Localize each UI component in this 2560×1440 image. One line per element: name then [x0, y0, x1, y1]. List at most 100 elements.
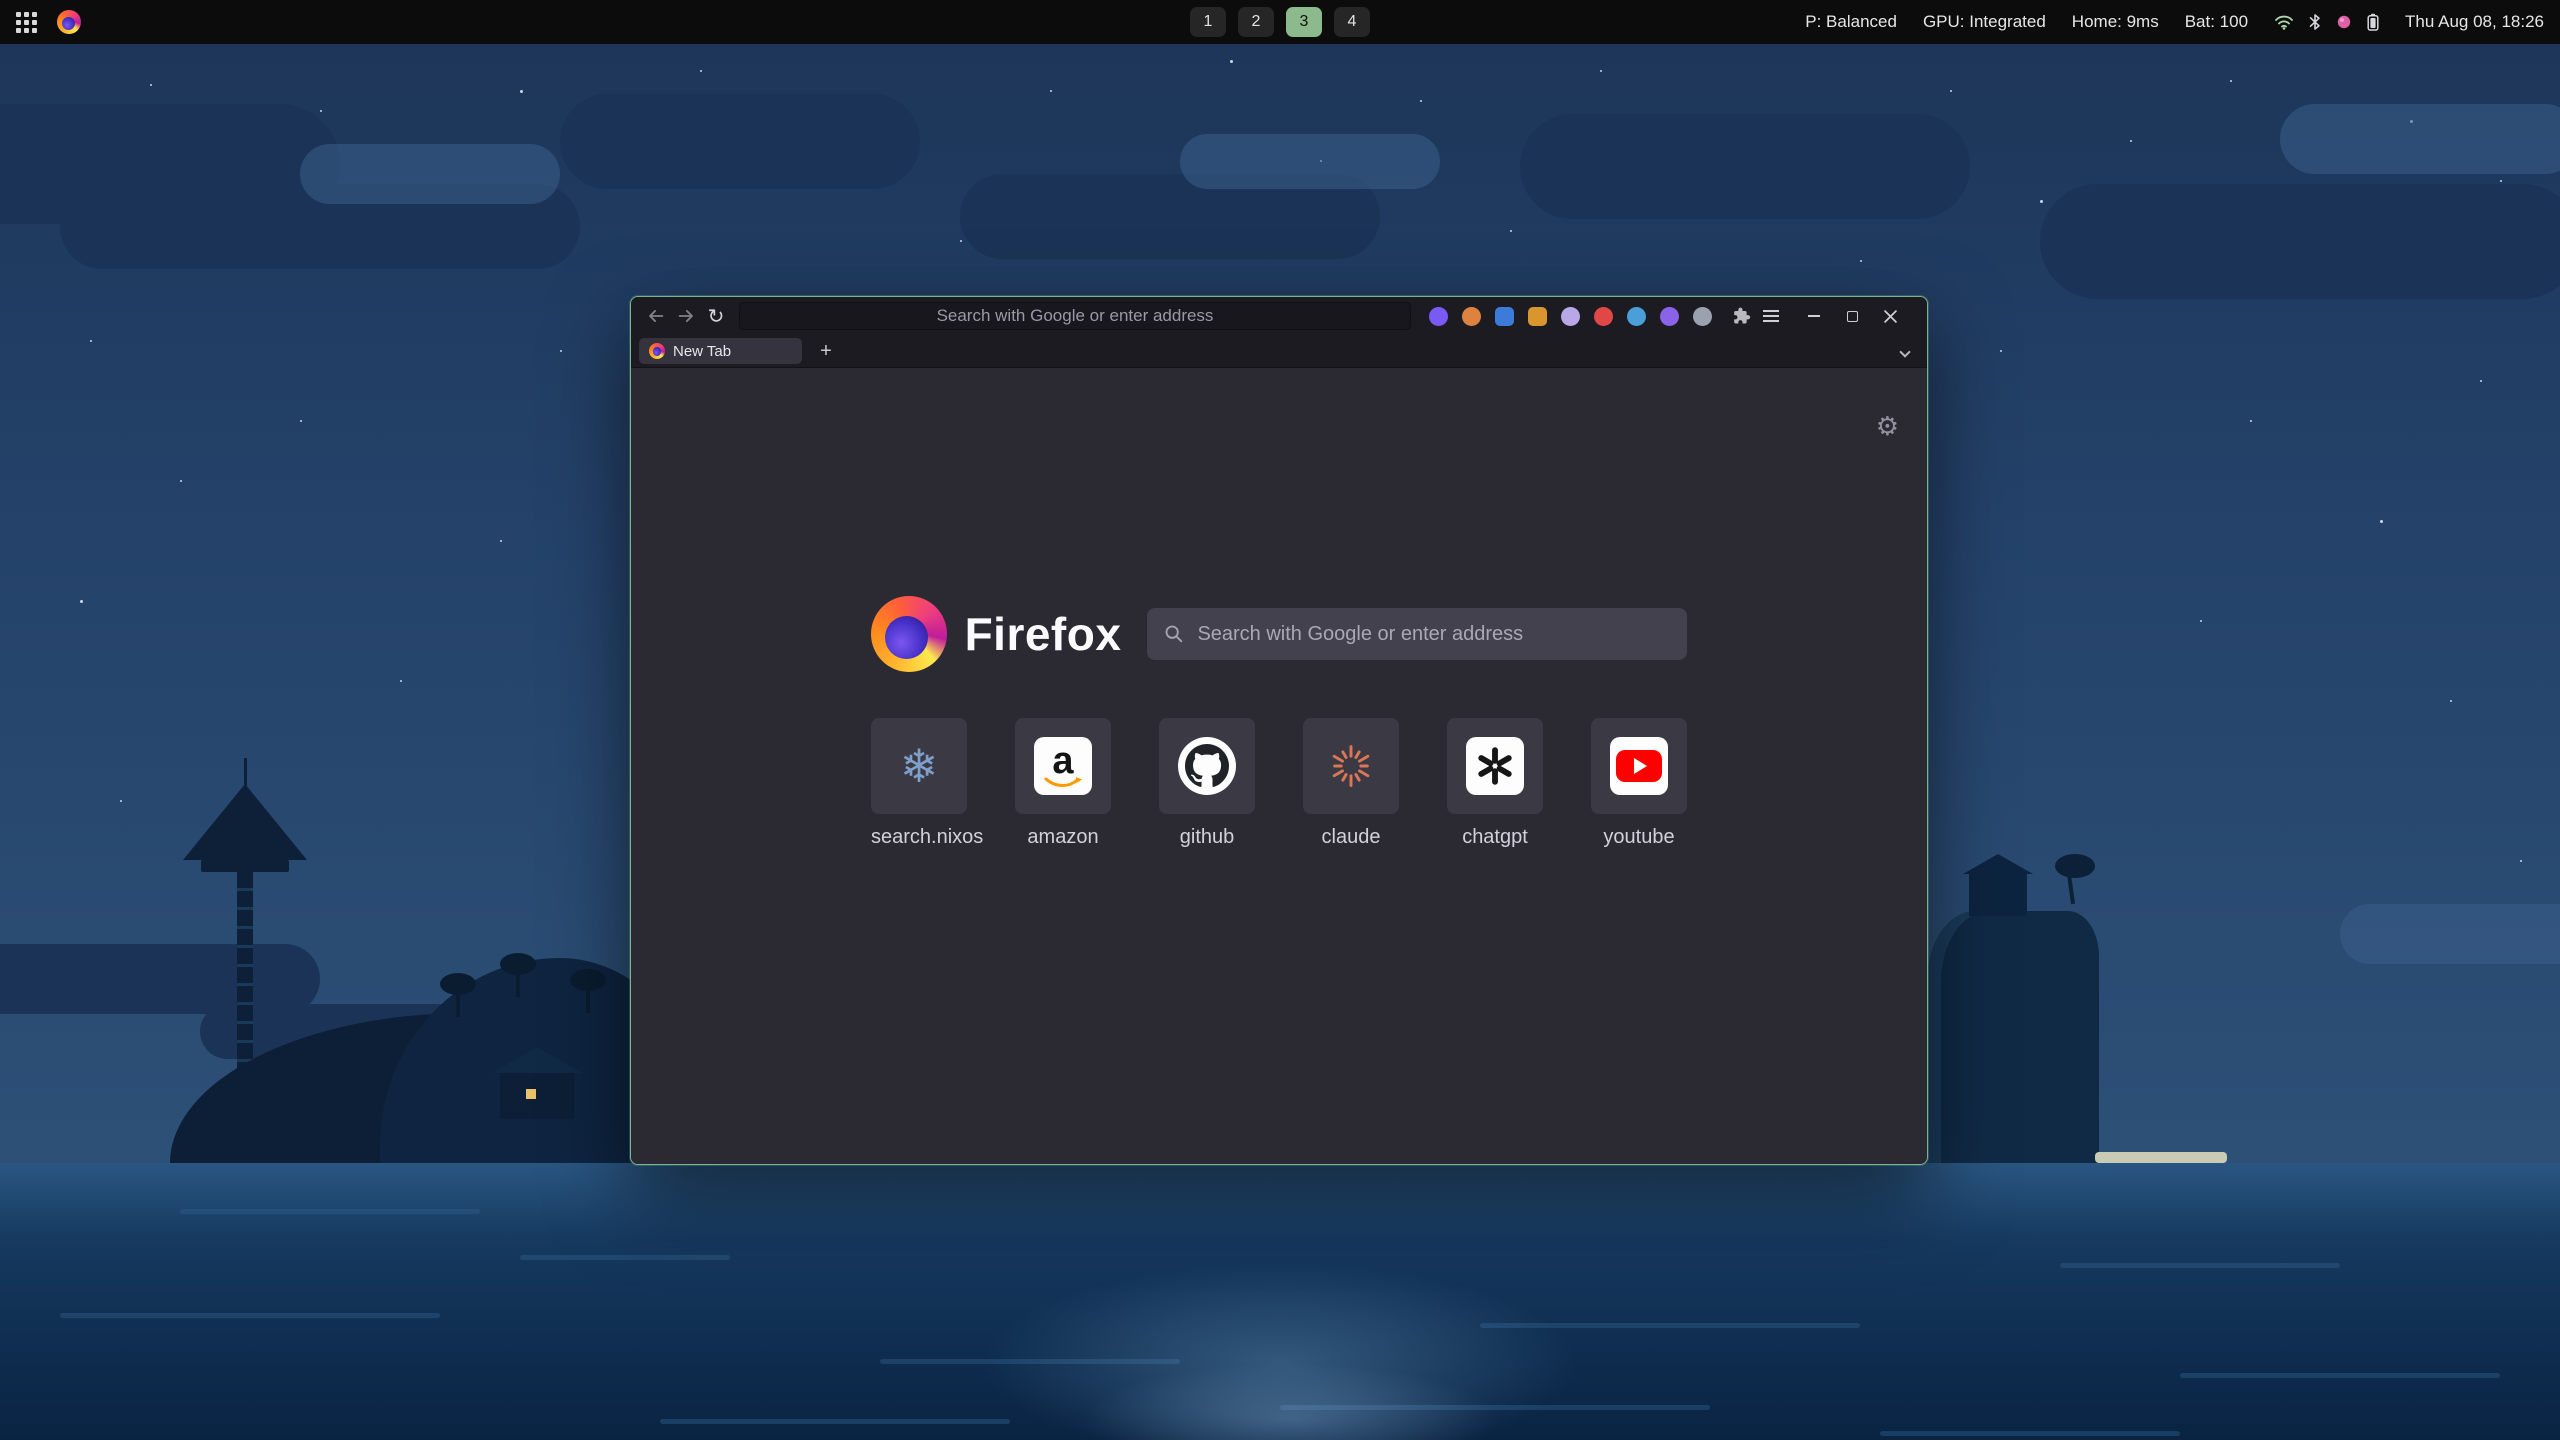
bluetooth-icon[interactable] [2309, 13, 2321, 31]
reload-icon: ↻ [708, 304, 725, 328]
shortcut-label: search.nixos [871, 826, 967, 849]
extension-icon-lavender[interactable] [1561, 307, 1580, 326]
star [2450, 700, 2452, 702]
app-launcher-icon[interactable] [16, 12, 37, 33]
close-button[interactable] [1880, 302, 1900, 330]
star [2500, 180, 2502, 182]
amazon-letter: a [1052, 746, 1073, 776]
extension-icon-red[interactable] [1594, 307, 1613, 326]
amazon-icon: a [1034, 737, 1092, 795]
star [2380, 520, 2383, 523]
newtab-search-bar[interactable] [1147, 608, 1687, 660]
star [320, 110, 322, 112]
extension-icon-gray[interactable] [1693, 307, 1712, 326]
new-tab-button[interactable]: + [812, 338, 840, 364]
firefox-wordmark: Firefox [965, 607, 1122, 661]
menu-button[interactable] [1756, 302, 1786, 330]
watchtower-roof [183, 784, 307, 860]
claude-icon [1328, 743, 1374, 789]
shortcut-github[interactable]: github [1159, 718, 1255, 849]
palm-tree [440, 973, 476, 995]
wifi-icon[interactable] [2274, 14, 2294, 30]
star [80, 600, 83, 603]
cloud [1180, 134, 1440, 189]
ocean [0, 1163, 2560, 1440]
shortcut-chatgpt[interactable]: chatgpt [1447, 718, 1543, 849]
battery-icon[interactable] [2367, 13, 2379, 31]
clock: Thu Aug 08, 18:26 [2405, 12, 2544, 32]
extension-icon-orange-swirl[interactable] [1462, 307, 1481, 326]
forward-arrow-icon [675, 305, 697, 327]
system-tray [2274, 13, 2379, 31]
status-area: P: Balanced GPU: Integrated Home: 9ms Ba… [1805, 12, 2544, 32]
extension-icon-skyblue[interactable] [1627, 307, 1646, 326]
firefox-dock-icon[interactable] [57, 10, 81, 34]
extension-icon-violet[interactable] [1429, 307, 1448, 326]
workspace-button-3[interactable]: 3 [1286, 7, 1322, 37]
star [2230, 80, 2232, 82]
indicator-dot-icon[interactable] [2336, 14, 2352, 30]
sand-strip [2095, 1152, 2227, 1163]
cloud [1520, 114, 1970, 219]
status-ping: Home: 9ms [2072, 12, 2159, 32]
list-all-tabs-button[interactable] [1901, 344, 1909, 359]
shortcut-amazon[interactable]: a amazon [1015, 718, 1111, 849]
puzzle-icon [1731, 306, 1751, 326]
shortcut-search-nixos[interactable]: ❄ search.nixos [871, 718, 967, 849]
reload-button[interactable]: ↻ [701, 302, 731, 330]
extension-icon-amber[interactable] [1528, 307, 1547, 326]
minimize-button[interactable] [1804, 302, 1824, 330]
tab-new-tab[interactable]: New Tab [639, 338, 802, 364]
firefox-window: ↻ New Tab + [630, 296, 1928, 1165]
star [2000, 350, 2002, 352]
star [300, 420, 302, 422]
star [2250, 420, 2252, 422]
star [1860, 260, 1862, 262]
watchtower-platform [201, 860, 289, 872]
firefox-logo [871, 596, 947, 672]
extension-icon-blue[interactable] [1495, 307, 1514, 326]
workspace-button-4[interactable]: 4 [1334, 7, 1370, 37]
star [2130, 140, 2132, 142]
cloud [2040, 184, 2560, 299]
maximize-button[interactable] [1842, 302, 1862, 330]
tab-title: New Tab [673, 343, 731, 360]
url-bar[interactable] [739, 302, 1411, 330]
back-arrow-icon [645, 305, 667, 327]
back-button[interactable] [641, 302, 671, 330]
close-icon [1884, 310, 1897, 323]
extensions-puzzle-button[interactable] [1726, 302, 1756, 330]
maximize-icon [1847, 311, 1858, 322]
star [2040, 200, 2043, 203]
url-input[interactable] [749, 306, 1401, 326]
hamburger-icon [1763, 315, 1779, 317]
top-bar-left [16, 10, 81, 34]
star [150, 84, 152, 86]
star [400, 680, 402, 682]
star [2480, 380, 2482, 382]
star [1600, 70, 1602, 72]
forward-button[interactable] [671, 302, 701, 330]
workspace-button-1[interactable]: 1 [1190, 7, 1226, 37]
island-right [1905, 860, 2140, 1163]
status-gpu: GPU: Integrated [1923, 12, 2046, 32]
chevron-down-icon [1899, 346, 1910, 357]
shortcut-tile [1159, 718, 1255, 814]
tab-favicon [649, 343, 665, 359]
personalize-gear-button[interactable]: ⚙ [1876, 412, 1899, 442]
shortcut-youtube[interactable]: youtube [1591, 718, 1687, 849]
newtab-search-input[interactable] [1197, 623, 1671, 646]
youtube-icon [1610, 737, 1668, 795]
star [90, 340, 92, 342]
shortcut-claude[interactable]: claude [1303, 718, 1399, 849]
minimize-icon [1808, 315, 1820, 317]
shortcuts-row: ❄ search.nixos a [631, 718, 1927, 849]
extension-icon-purple[interactable] [1660, 307, 1679, 326]
chatgpt-icon [1466, 737, 1524, 795]
star [1510, 230, 1512, 232]
workspace-button-2[interactable]: 2 [1238, 7, 1274, 37]
nixos-snowflake-icon: ❄ [900, 743, 939, 789]
hut [500, 1073, 574, 1119]
star [180, 480, 182, 482]
star [1050, 90, 1052, 92]
